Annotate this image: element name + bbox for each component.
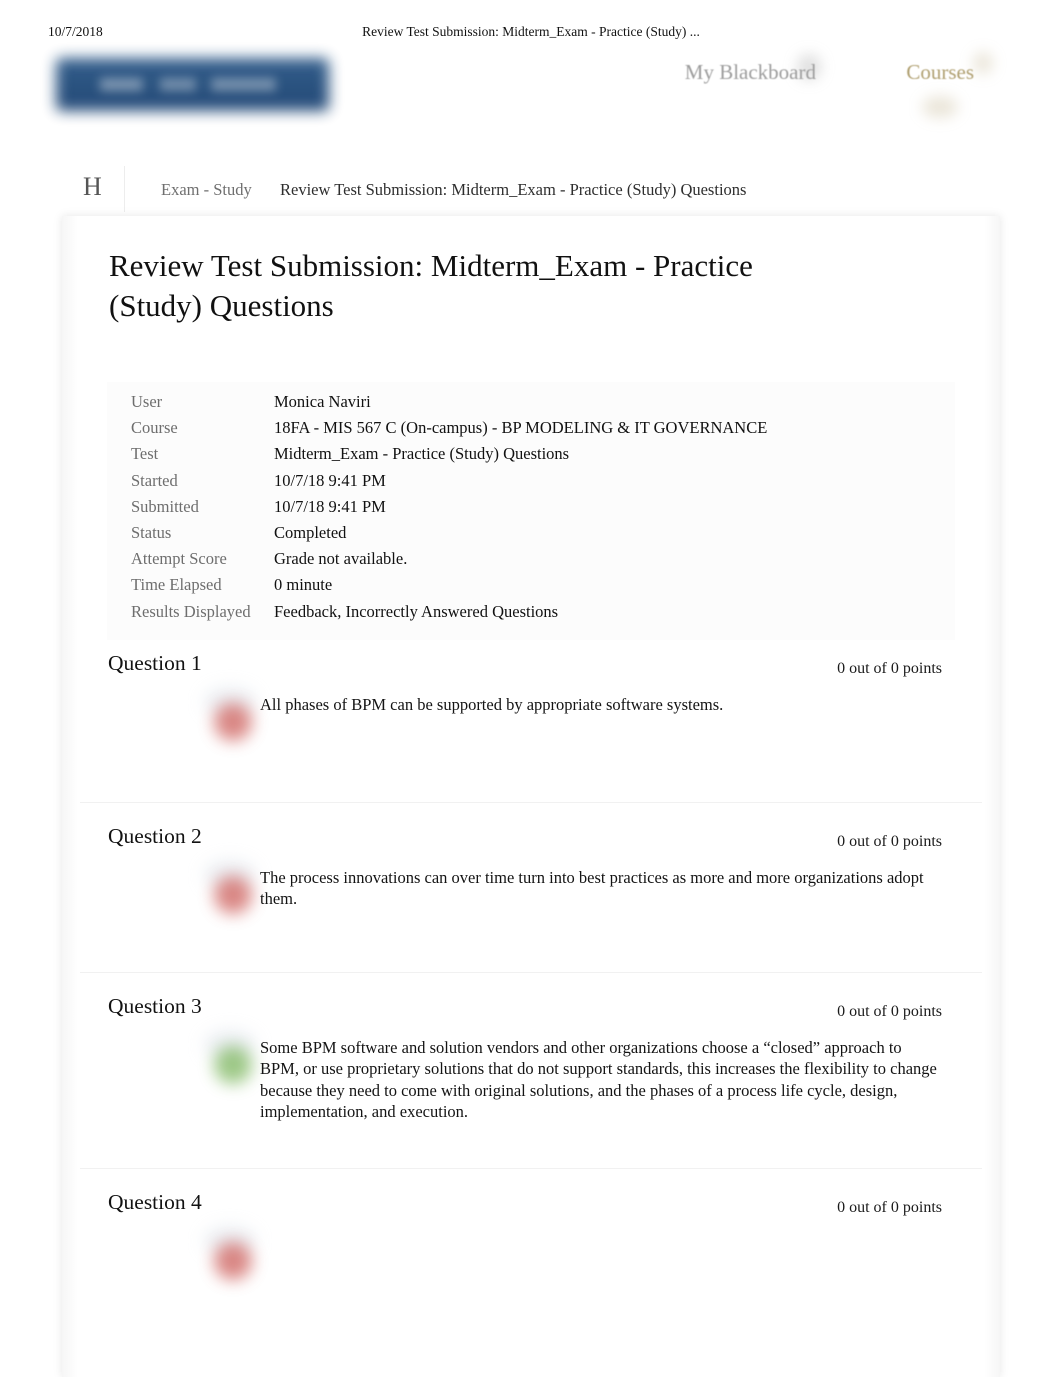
info-label: Submitted <box>131 496 199 516</box>
question-text: Some BPM software and solution vendors a… <box>260 1038 937 1122</box>
info-value: 10/7/18 9:41 PM <box>274 470 386 490</box>
question-points: 0 out of 0 points <box>837 833 942 850</box>
question-label: Question 3 <box>108 994 202 1018</box>
info-value: Completed <box>274 522 347 542</box>
question-label: Question 2 <box>108 824 202 848</box>
info-value: 0 minute <box>274 575 333 595</box>
breadcrumb-home-icon[interactable]: H <box>83 172 102 202</box>
question-header: Question 1 0 out of 0 points <box>62 651 1000 685</box>
site-header: My Blackboard Courses <box>0 50 1062 145</box>
table-row: Attempt Score Grade not available. <box>107 549 955 575</box>
question-block: Question 2 0 out of 0 points The process… <box>62 802 1000 972</box>
nav-item-courses[interactable]: Courses <box>906 60 974 85</box>
table-row: Status Completed <box>107 523 955 549</box>
table-row: Time Elapsed 0 minute <box>107 575 955 601</box>
question-header: Question 2 0 out of 0 points <box>62 824 1000 858</box>
info-value: Monica Naviri <box>274 392 371 411</box>
info-label: Attempt Score <box>131 549 227 569</box>
print-header: 10/7/2018 Review Test Submission: Midter… <box>0 24 1062 44</box>
question-text: The process innovations can over time tu… <box>260 868 924 909</box>
breadcrumb: H Exam - Study Review Test Submission: M… <box>0 166 1062 214</box>
info-value: Feedback, Incorrectly Answered Questions <box>274 601 559 621</box>
info-value: Grade not available. <box>274 549 408 569</box>
table-row: Test Midterm_Exam - Practice (Study) Que… <box>107 444 955 470</box>
info-label: Status <box>131 522 172 542</box>
incorrect-answer-icon <box>214 1242 252 1280</box>
info-value: 10/7/18 9:41 PM <box>274 496 386 516</box>
nav-smudge-icon <box>922 96 958 118</box>
info-value: 18FA - MIS 567 C (On-campus) - BP MODELI… <box>274 418 768 438</box>
info-value: Midterm_Exam - Practice (Study) Question… <box>274 444 570 464</box>
question-block: Question 3 0 out of 0 points Some BPM so… <box>62 972 1000 1168</box>
content-card: Review Test Submission: Midterm_Exam - P… <box>62 216 1000 1377</box>
info-label: Course <box>131 418 178 438</box>
table-row: Submitted 10/7/18 9:41 PM <box>107 497 955 523</box>
correct-answer-icon <box>214 1046 252 1084</box>
question-points: 0 out of 0 points <box>837 660 942 677</box>
breadcrumb-divider <box>124 166 125 212</box>
question-divider <box>80 802 982 803</box>
info-label: Test <box>131 444 159 464</box>
info-label: Results Displayed <box>131 601 251 621</box>
question-label: Question 4 <box>108 1190 202 1214</box>
nav-smudge-icon <box>973 52 993 74</box>
table-row: Course 18FA - MIS 567 C (On-campus) - BP… <box>107 418 955 444</box>
info-label: User <box>131 392 163 411</box>
question-block: Question 4 0 out of 0 points <box>62 1168 1000 1377</box>
question-points: 0 out of 0 points <box>837 1199 942 1216</box>
info-label: Started <box>131 470 178 490</box>
question-divider <box>80 972 982 973</box>
nav-item-my-blackboard[interactable]: My Blackboard <box>685 60 816 85</box>
info-label: Time Elapsed <box>131 575 222 595</box>
question-label: Question 1 <box>108 651 202 675</box>
table-row: Results Displayed Feedback, Incorrectly … <box>107 602 955 628</box>
incorrect-answer-icon <box>214 703 252 741</box>
page-title: Review Test Submission: Midterm_Exam - P… <box>109 248 753 323</box>
breadcrumb-item-current: Review Test Submission: Midterm_Exam - P… <box>280 180 747 199</box>
incorrect-answer-icon <box>214 876 252 914</box>
breadcrumb-item-exam-study[interactable]: Exam - Study <box>161 180 252 200</box>
question-header: Question 4 0 out of 0 points <box>62 1190 1000 1224</box>
question-text: All phases of BPM can be supported by ap… <box>260 695 724 714</box>
university-logo-text <box>100 78 290 91</box>
print-page-title: Review Test Submission: Midterm_Exam - P… <box>362 24 700 39</box>
table-row: User Monica Naviri <box>107 392 955 418</box>
table-row: Started 10/7/18 9:41 PM <box>107 471 955 497</box>
question-block: Question 1 0 out of 0 points All phases … <box>62 651 1000 801</box>
question-header: Question 3 0 out of 0 points <box>62 994 1000 1028</box>
question-divider <box>80 1168 982 1169</box>
question-points: 0 out of 0 points <box>837 1003 942 1020</box>
submission-info-table: User Monica Naviri Course 18FA - MIS 567… <box>107 382 955 640</box>
